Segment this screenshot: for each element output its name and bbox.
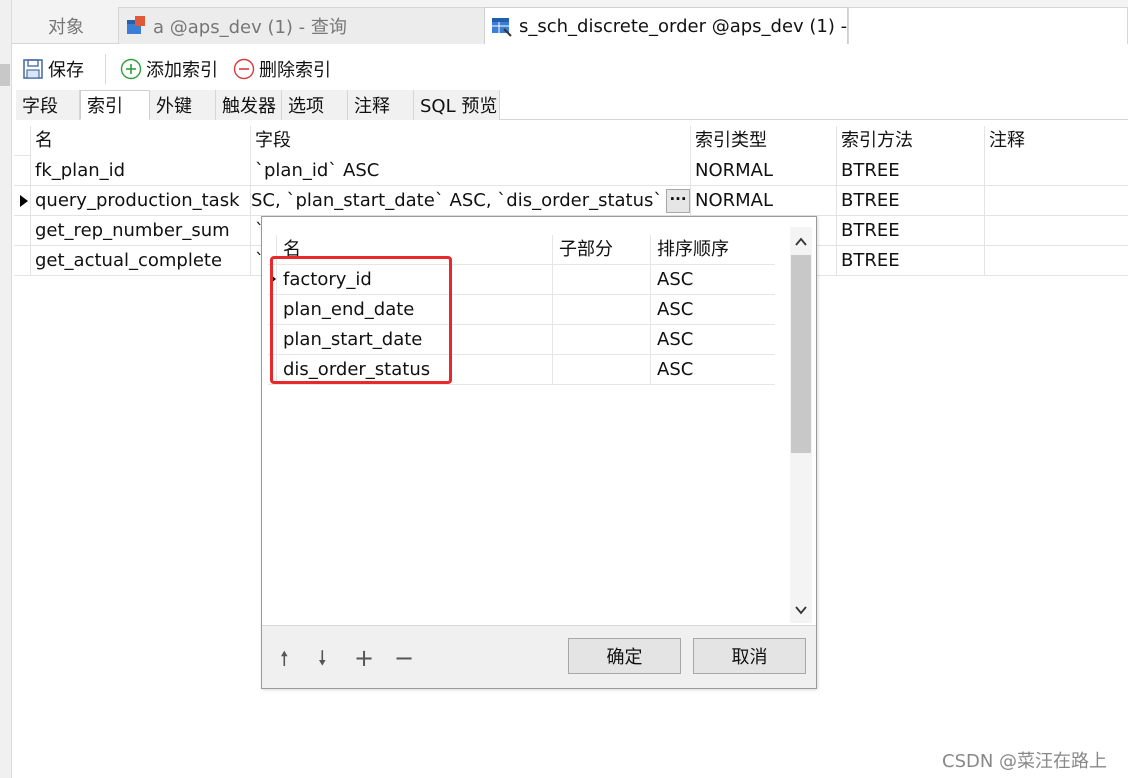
header-comment[interactable]: 注释 [984, 126, 1128, 156]
add-index-button[interactable]: 添加索引 [120, 56, 218, 82]
table-row-selected[interactable]: query_production_task SC, `plan_start_da… [14, 186, 1128, 216]
add-index-label: 添加索引 [146, 60, 218, 81]
designer-tabs: 字段 索引 外键 触发器 选项 注释 SQL 预览 [16, 90, 1128, 120]
tab-indexes-label: 索引 [87, 96, 123, 117]
tab-triggers[interactable]: 触发器 [216, 90, 282, 120]
arrow-up-icon[interactable]: 🠕 [280, 648, 289, 668]
current-row-indicator [20, 195, 28, 207]
tab-objects-label: 对象 [48, 16, 84, 38]
toolbar-separator [105, 54, 106, 84]
ok-button[interactable]: 确定 [568, 638, 681, 674]
delete-index-label: 删除索引 [259, 60, 331, 81]
table-row[interactable]: fk_plan_id `plan_id` ASC NORMAL BTREE [14, 156, 1128, 186]
header-index-type[interactable]: 索引类型 [690, 126, 836, 156]
query-icon [127, 16, 145, 34]
sub-part[interactable] [552, 295, 650, 325]
index-comment[interactable] [984, 156, 1128, 186]
remove-circle-icon [233, 58, 255, 80]
index-type[interactable]: NORMAL [690, 186, 836, 216]
cancel-button[interactable]: 取消 [693, 638, 806, 674]
table-icon [492, 18, 512, 37]
popup-footer: 🠕 🠗 + − 确定 取消 [262, 625, 816, 688]
tab-options-label: 选项 [288, 96, 324, 117]
scroll-up-icon[interactable] [794, 235, 808, 249]
index-name[interactable]: query_production_task [30, 186, 250, 216]
header-index-method[interactable]: 索引方法 [836, 126, 984, 156]
header-name[interactable]: 名 [30, 126, 250, 156]
grid-header: 名 字段 索引类型 索引方法 注释 [14, 126, 1128, 156]
index-name[interactable]: fk_plan_id [30, 156, 250, 186]
index-name[interactable]: get_rep_number_sum [30, 216, 250, 246]
index-method[interactable]: BTREE [836, 186, 984, 216]
index-method[interactable]: BTREE [836, 216, 984, 246]
tab-options[interactable]: 选项 [282, 90, 348, 120]
header-fields[interactable]: 字段 [250, 126, 690, 156]
index-comment[interactable] [984, 246, 1128, 276]
index-comment[interactable] [984, 186, 1128, 216]
index-fields[interactable]: SC, `plan_start_date` ASC, `dis_order_st… [250, 186, 662, 216]
sort-order[interactable]: ASC [650, 355, 774, 385]
save-button[interactable]: 保存 [22, 56, 84, 82]
tab-fields[interactable]: 字段 [16, 90, 80, 120]
tab-comment[interactable]: 注释 [348, 90, 414, 120]
edit-fields-button[interactable]: ··· [666, 189, 690, 213]
sort-order[interactable]: ASC [650, 325, 774, 355]
sub-part[interactable] [552, 355, 650, 385]
index-fields-editor-popup: 名 子部分 排序顺序 factory_id ASC plan_end_date … [261, 216, 817, 689]
tab-sql-preview[interactable]: SQL 预览 [414, 90, 500, 120]
left-panel-marker [0, 64, 10, 86]
delete-index-button[interactable]: 删除索引 [233, 56, 331, 82]
tab-foreign-keys-label: 外键 [156, 96, 192, 117]
tab-indexes[interactable]: 索引 [80, 90, 150, 120]
minus-icon[interactable]: − [394, 646, 414, 670]
arrow-down-icon[interactable]: 🠗 [318, 648, 327, 668]
tab-bar-empty [848, 7, 1128, 44]
csdn-watermark: CSDN @菜汪在路上 [942, 751, 1108, 772]
index-method[interactable]: BTREE [836, 246, 984, 276]
plus-icon[interactable]: + [354, 646, 374, 670]
toolbar: 保存 添加索引 删除索引 [12, 46, 1128, 90]
highlight-annotation-box [270, 256, 452, 384]
tab-query[interactable]: a @aps_dev (1) - 查询 [118, 7, 490, 44]
header-sort-order[interactable]: 排序顺序 [650, 235, 774, 265]
document-tab-bar: 对象 a @aps_dev (1) - 查询 s_sch_discrete_or… [12, 0, 1128, 44]
save-label: 保存 [48, 60, 84, 81]
add-circle-icon [120, 58, 142, 80]
index-name[interactable]: get_actual_complete [30, 246, 250, 276]
tab-objects[interactable]: 对象 [48, 7, 84, 44]
sub-part[interactable] [552, 325, 650, 355]
tab-table-design-label: s_sch_discrete_order @aps_dev (1) -... [519, 15, 848, 37]
save-icon [23, 59, 43, 79]
sort-order[interactable]: ASC [650, 295, 774, 325]
vertical-scrollbar[interactable] [790, 227, 812, 623]
tab-foreign-keys[interactable]: 外键 [150, 90, 216, 120]
left-panel-strip [0, 0, 12, 778]
tab-fields-label: 字段 [22, 96, 58, 117]
scrollbar-thumb[interactable] [791, 255, 811, 453]
tab-query-label: a @aps_dev (1) - 查询 [153, 17, 347, 38]
index-method[interactable]: BTREE [836, 156, 984, 186]
scroll-down-icon[interactable] [794, 603, 808, 617]
tab-triggers-label: 触发器 [222, 96, 276, 117]
index-type[interactable]: NORMAL [690, 156, 836, 186]
tab-comment-label: 注释 [354, 96, 390, 117]
index-comment[interactable] [984, 216, 1128, 246]
tab-sql-preview-label: SQL 预览 [420, 96, 498, 117]
sort-order[interactable]: ASC [650, 265, 774, 295]
sub-part[interactable] [552, 265, 650, 295]
tab-table-design[interactable]: s_sch_discrete_order @aps_dev (1) -... [484, 7, 848, 44]
header-sub-part[interactable]: 子部分 [552, 235, 650, 265]
index-fields[interactable]: `plan_id` ASC [250, 156, 690, 186]
